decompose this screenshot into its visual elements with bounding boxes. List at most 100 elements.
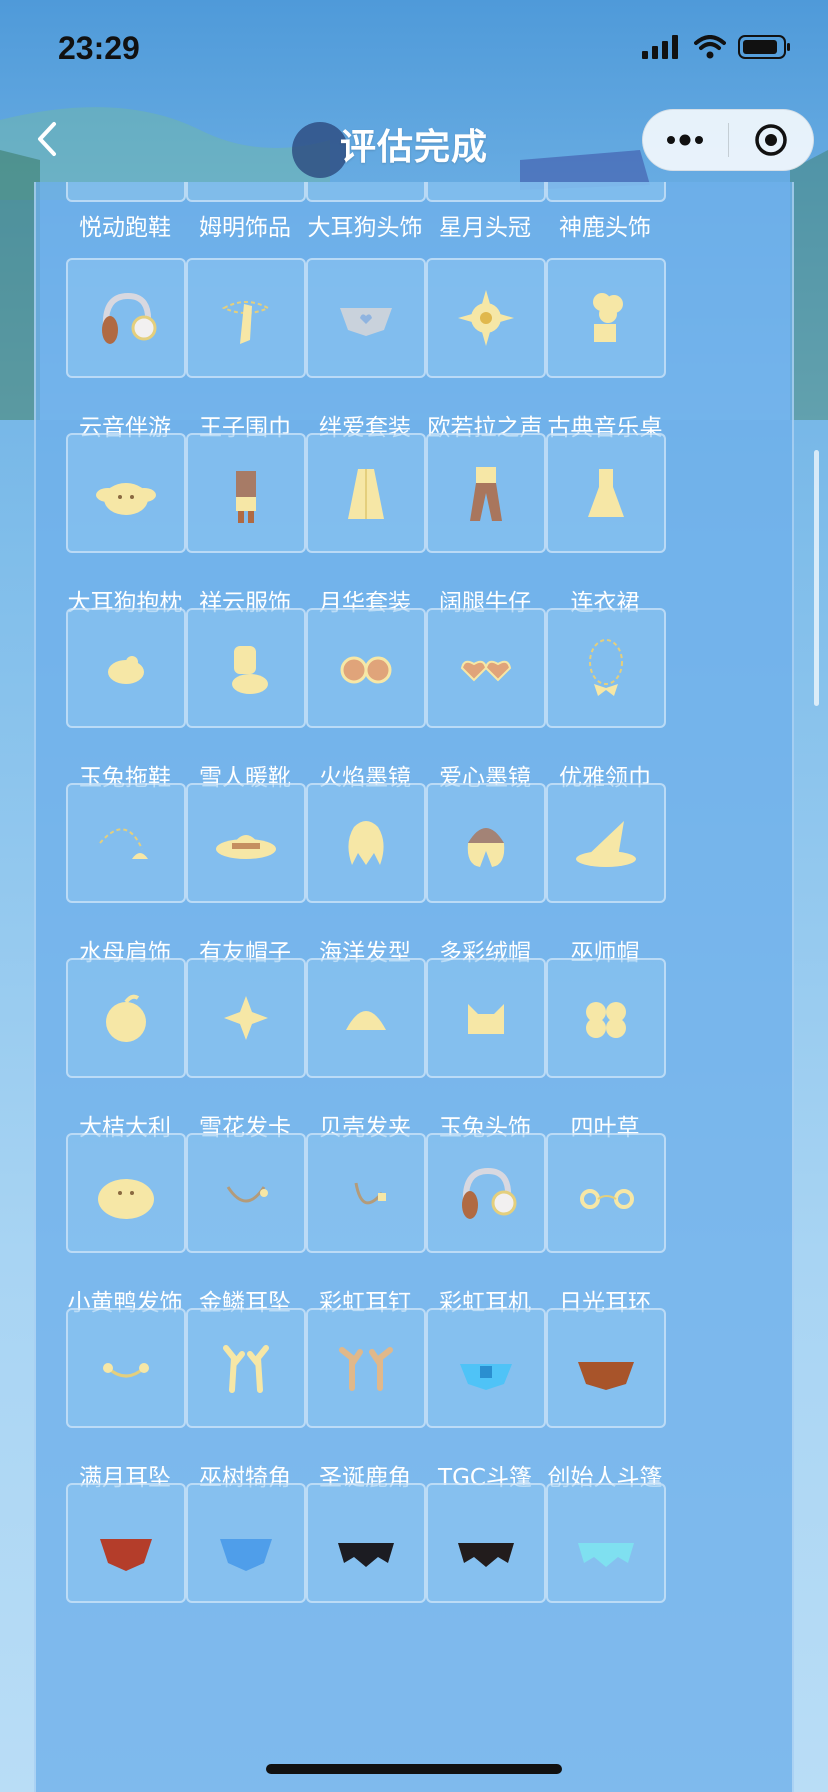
item-tile[interactable] <box>306 1483 426 1603</box>
item-tile[interactable] <box>306 958 426 1078</box>
item-tile[interactable] <box>426 182 546 202</box>
item-tile[interactable] <box>426 608 546 728</box>
item-tile[interactable] <box>546 783 666 903</box>
scarf-icon <box>221 301 271 344</box>
item-tile[interactable] <box>306 258 426 378</box>
item-tile[interactable] <box>186 433 306 553</box>
bow-necklace-icon <box>589 639 623 696</box>
moon-earring-icon <box>103 1363 149 1378</box>
item-label: 神鹿头饰 <box>559 215 651 241</box>
founder-cape-icon <box>578 1362 634 1390</box>
spider-cape-icon <box>458 1543 514 1567</box>
item-tile[interactable] <box>186 182 306 202</box>
item-tile[interactable] <box>186 258 306 378</box>
item-tile[interactable] <box>546 958 666 1078</box>
red-cape-icon <box>100 1539 152 1571</box>
headphone-icon <box>102 292 157 344</box>
flame-glasses-icon <box>340 656 392 684</box>
bat-cape-icon <box>338 1543 394 1567</box>
nav-bar: 评估完成 <box>0 100 828 182</box>
gramophone-icon <box>593 293 623 342</box>
item-tile[interactable] <box>426 783 546 903</box>
item-tile[interactable] <box>306 182 426 202</box>
wavy-hair-icon <box>348 821 384 865</box>
items-grid: 悦动跑鞋 姆明饰品 大耳狗头饰 星月头冠 神鹿头饰 云音伴游 王子围巾 绊爱套装 欧若拉之声 古典… <box>36 182 792 1792</box>
dog-pillow-icon <box>96 483 156 515</box>
item-tile[interactable] <box>426 433 546 553</box>
item-tile[interactable] <box>66 958 186 1078</box>
item-tile[interactable] <box>66 1133 186 1253</box>
status-bar: 23:29 <box>0 0 828 96</box>
item-tile[interactable] <box>186 608 306 728</box>
dress-icon <box>588 469 624 517</box>
item-tile[interactable] <box>306 608 426 728</box>
boot-icon <box>232 646 268 694</box>
item-tile[interactable] <box>186 783 306 903</box>
item-tile[interactable] <box>426 958 546 1078</box>
item-tile[interactable] <box>306 433 426 553</box>
earring-icon <box>226 1186 268 1203</box>
battery-icon <box>738 35 790 59</box>
item-tile[interactable] <box>66 1483 186 1603</box>
item-tile[interactable] <box>426 1483 546 1603</box>
reindeer-antler-icon <box>339 1347 393 1391</box>
signal-icon <box>642 35 678 59</box>
more-dots-icon <box>667 134 704 146</box>
status-time: 23:29 <box>58 30 140 66</box>
beanie-hair-icon <box>467 828 505 867</box>
item-tile[interactable] <box>186 958 306 1078</box>
home-indicator <box>266 1764 562 1774</box>
sun-star-icon <box>458 290 514 346</box>
slipper-icon <box>108 656 144 684</box>
item-tile[interactable] <box>66 258 186 378</box>
item-tile[interactable] <box>66 182 186 202</box>
robe-icon <box>348 469 384 519</box>
item-tile[interactable] <box>66 783 186 903</box>
item-tile[interactable] <box>186 1133 306 1253</box>
item-tile[interactable] <box>66 1308 186 1428</box>
duck-icon <box>98 1179 154 1219</box>
mini-program-capsule <box>642 109 814 171</box>
headphone-icon <box>462 1167 517 1219</box>
item-tile[interactable] <box>186 1483 306 1603</box>
item-tile[interactable] <box>546 182 666 202</box>
wifi-icon <box>694 35 726 59</box>
item-tile[interactable] <box>546 433 666 553</box>
item-tile[interactable] <box>426 1133 546 1253</box>
scrollbar[interactable] <box>814 450 819 706</box>
tgc-cape-icon <box>460 1364 512 1390</box>
item-tile[interactable] <box>306 783 426 903</box>
cyan-cape-icon <box>578 1543 634 1567</box>
item-tile[interactable] <box>66 608 186 728</box>
item-tile[interactable] <box>66 433 186 553</box>
jeans-icon <box>470 467 502 521</box>
sun-earring-icon <box>580 1189 634 1209</box>
close-mini-program-button[interactable] <box>729 109 814 171</box>
wizard-hat-icon <box>576 821 636 867</box>
heart-glasses-icon <box>460 660 512 682</box>
blue-cape-icon <box>220 1539 272 1571</box>
cat-head-icon <box>468 1004 504 1034</box>
cape-heart-icon <box>340 308 392 336</box>
item-tile[interactable] <box>546 1308 666 1428</box>
item-tile[interactable] <box>186 1308 306 1428</box>
item-tile[interactable] <box>546 608 666 728</box>
more-button[interactable] <box>643 109 728 171</box>
status-icons <box>642 34 792 60</box>
item-tile[interactable] <box>306 1308 426 1428</box>
ear-stud-icon <box>354 1182 386 1205</box>
item-tile[interactable] <box>426 258 546 378</box>
item-tile[interactable] <box>546 258 666 378</box>
items-panel: 悦动跑鞋 姆明饰品 大耳狗头饰 星月头冠 神鹿头饰 云音伴游 王子围巾 绊爱套装 欧若拉之声 古典… <box>34 182 794 1792</box>
item-tile[interactable] <box>546 1483 666 1603</box>
target-close-icon <box>755 124 787 156</box>
antler-icon <box>223 1345 269 1393</box>
item-tile[interactable] <box>426 1308 546 1428</box>
item-tile[interactable] <box>546 1133 666 1253</box>
snowflake-icon <box>224 996 268 1040</box>
jellyfish-icon <box>99 828 148 859</box>
outfit-icon <box>236 471 256 523</box>
item-tile[interactable] <box>306 1133 426 1253</box>
sun-hat-icon <box>216 835 276 859</box>
shell-icon <box>346 1011 386 1030</box>
